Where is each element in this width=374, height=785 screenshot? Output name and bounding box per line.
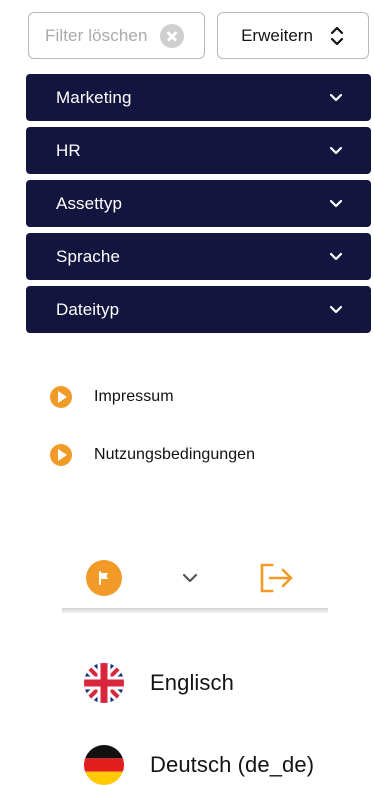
terms-link-label: Nutzungsbedingungen (94, 446, 256, 463)
chevron-down-icon (329, 93, 343, 101)
imprint-link-label: Impressum (94, 388, 174, 405)
expand-label: Erweitern (241, 25, 313, 45)
terms-link[interactable]: Nutzungsbedingungen (50, 426, 350, 484)
accordion-item-label: Assettyp (56, 193, 122, 213)
accordion-item-sprache[interactable]: Sprache (26, 233, 371, 280)
clear-icon (160, 23, 184, 48)
language-option-english[interactable]: Englisch (84, 642, 344, 724)
imprint-link[interactable]: Impressum (50, 368, 350, 426)
accordion-item-label: Marketing (56, 87, 132, 107)
chevron-down-icon (329, 199, 343, 207)
accordion-item-label: Dateityp (56, 299, 120, 319)
chevron-down-icon (329, 305, 343, 313)
accordion-item-assettyp[interactable]: Assettyp (26, 180, 371, 227)
accordion-item-label: Sprache (56, 246, 121, 266)
accordion-item-label: HR (56, 140, 81, 160)
up-down-icon (330, 26, 344, 45)
filter-accordion: Marketing HR Assettyp Sprache Dateityp (26, 74, 371, 333)
language-menu: Englisch Deutsch (de_de) (84, 642, 344, 785)
play-icon (50, 386, 72, 408)
language-menu-button[interactable] (86, 560, 122, 596)
filter-controls: Filter löschen Erweitern (28, 12, 370, 59)
footer-actions (86, 557, 296, 599)
footer-links: Impressum Nutzungsbedingungen (50, 368, 350, 484)
accordion-item-hr[interactable]: HR (26, 127, 371, 174)
de-flag-icon (84, 745, 124, 785)
expand-button[interactable]: Erweitern (217, 12, 369, 59)
chevron-down-icon (329, 146, 343, 154)
clear-filters-button[interactable]: Filter löschen (28, 12, 205, 59)
clear-filters-label: Filter löschen (45, 25, 148, 45)
app-page: Filter löschen Erweitern Marketing HR As… (0, 0, 374, 785)
play-icon (50, 444, 72, 466)
language-option-label: Englisch (150, 670, 234, 695)
chevron-down-icon[interactable] (181, 572, 199, 584)
logout-icon[interactable] (258, 561, 296, 595)
language-option-label: Deutsch (de_de) (150, 752, 315, 777)
chevron-down-icon (329, 252, 343, 260)
accordion-item-dateityp[interactable]: Dateityp (26, 286, 371, 333)
language-menu-divider (62, 608, 328, 614)
uk-flag-icon (84, 663, 124, 703)
accordion-item-marketing[interactable]: Marketing (26, 74, 371, 121)
flag-icon (99, 571, 108, 585)
language-option-german[interactable]: Deutsch (de_de) (84, 724, 344, 785)
